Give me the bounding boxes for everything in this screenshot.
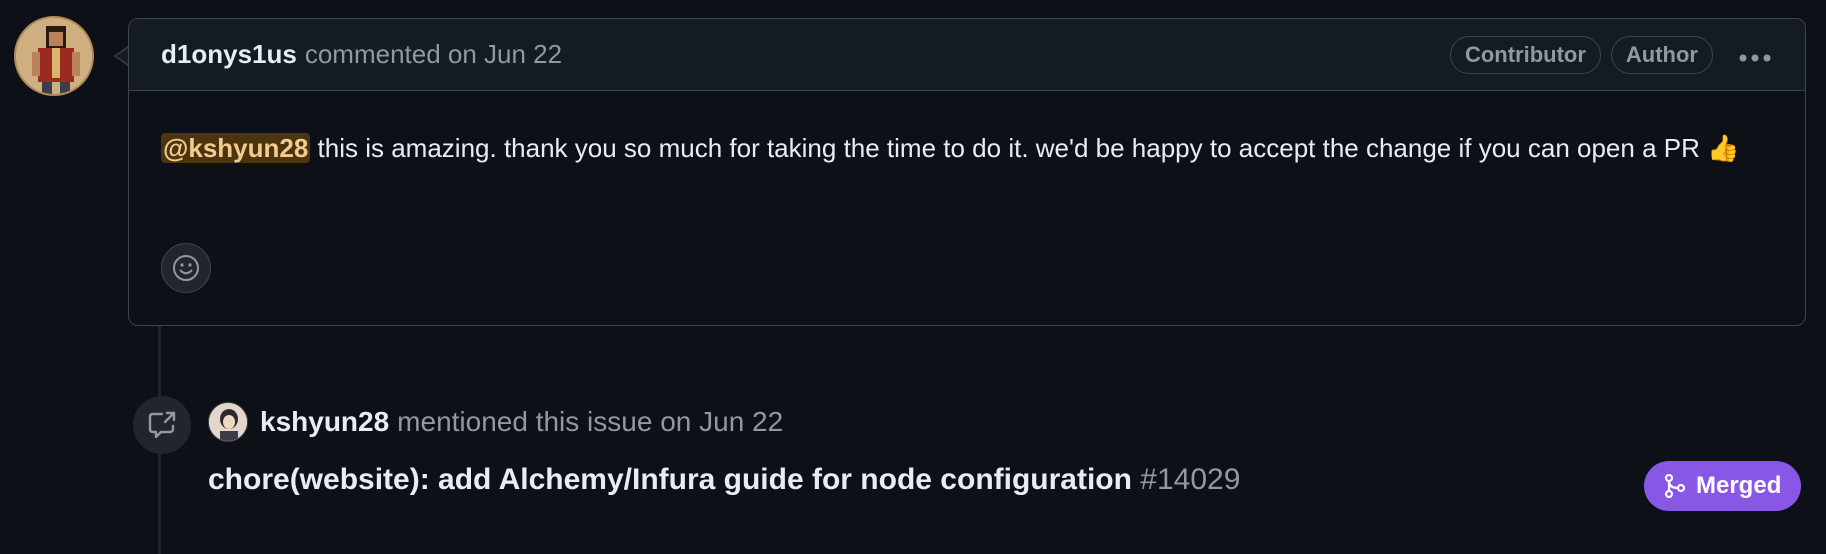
comment-timestamp[interactable]: commented on Jun 22: [305, 39, 562, 70]
avatar-image: [16, 18, 92, 94]
comment-card: d1onys1us commented on Jun 22 Contributo…: [128, 18, 1806, 326]
event-text: mentioned this issue on Jun 22: [397, 406, 784, 437]
avatar-image: [209, 403, 247, 441]
merged-status-label: Merged: [1696, 472, 1782, 499]
comment-header: d1onys1us commented on Jun 22 Contributo…: [129, 19, 1805, 91]
pr-number[interactable]: #14029: [1140, 463, 1240, 496]
pr-link[interactable]: chore(website): add Alchemy/Infura guide…: [208, 463, 1240, 497]
add-reaction-button[interactable]: [161, 243, 211, 293]
user-mention[interactable]: @kshyun28: [161, 133, 311, 163]
pr-title[interactable]: chore(website): add Alchemy/Infura guide…: [208, 463, 1132, 496]
merged-status-badge: Merged: [1644, 461, 1802, 511]
event-user[interactable]: kshyun28: [260, 406, 389, 438]
author-label: Author: [1610, 35, 1713, 74]
event-user-avatar[interactable]: [208, 402, 248, 442]
comment-text: this is amazing. thank you so much for t…: [310, 133, 1700, 163]
thumbs-up-emoji: 👍: [1707, 133, 1740, 163]
git-merge-icon: [1664, 474, 1686, 498]
mention-event: kshyun28 mentioned this issue on Jun 22: [208, 402, 783, 442]
cross-reference-icon: [148, 411, 176, 439]
comment-header-actions: Contributor Author: [1449, 35, 1773, 74]
author-avatar[interactable]: [14, 16, 94, 96]
kebab-horizontal-icon[interactable]: [1737, 39, 1773, 71]
smiley-icon: [173, 255, 199, 281]
comment-body: @kshyun28 this is amazing. thank you so …: [129, 91, 1805, 169]
comment-author[interactable]: d1onys1us: [161, 39, 297, 70]
cross-reference-badge: [133, 396, 191, 454]
contributor-label: Contributor: [1449, 35, 1601, 74]
